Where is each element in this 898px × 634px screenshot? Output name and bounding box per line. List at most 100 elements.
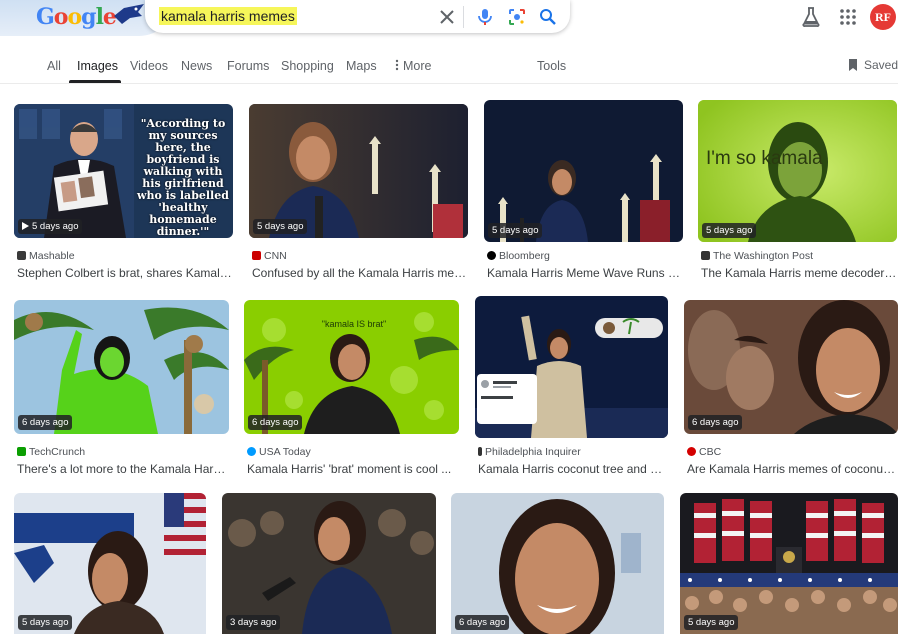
bookmark-icon [849,59,857,71]
harris-democratic-banner-image [14,493,206,634]
harris-waving-image [475,296,668,438]
image-result[interactable]: 6 days ago TechCrunch There's a lot more… [14,300,230,476]
logo-letter: G [36,4,55,30]
result-title[interactable]: Confused by all the Kamala Harris mem... [252,266,468,280]
result-source[interactable]: Philadelphia Inquirer [478,446,581,458]
harris-at-podium-image [249,104,468,238]
tab-videos[interactable]: Videos [130,59,168,73]
result-title[interactable]: Are Kamala Harris memes of coconut ... [687,462,897,476]
result-source[interactable]: Mashable [17,250,75,262]
usa-today-favicon-icon [247,447,256,456]
source-name: Bloomberg [499,250,550,262]
clear-search-icon[interactable] [437,7,457,27]
result-thumbnail[interactable]: 3 days ago [222,493,436,634]
search-query-text[interactable]: kamala harris memes [159,7,297,25]
source-name: USA Today [259,446,311,458]
meme-caption-text: I'm so kamala [706,148,823,169]
age-badge: 6 days ago [248,415,303,430]
source-name: TechCrunch [29,446,86,458]
tab-news[interactable]: News [181,59,212,73]
result-thumbnail[interactable]: "According to my sources here, the boyfr… [14,104,233,238]
image-result[interactable]: "According to my sources here, the boyfr… [14,104,234,280]
age-badge: 5 days ago [18,615,73,630]
voice-search-icon[interactable] [475,7,495,27]
image-result[interactable]: 5 days ago Bloomberg Kamala Harris Meme … [484,100,684,280]
logo-letter: g [81,4,96,30]
meme-quote-text: "According to my sources here, the boyfr… [137,117,229,238]
age-badge: 5 days ago [702,223,757,238]
active-tab-indicator [69,80,121,83]
meme-caption-text: "kamala IS brat" [321,319,387,329]
bloomberg-favicon-icon [487,251,496,260]
result-source[interactable]: The Washington Post [701,250,813,262]
coconut-tree-meme-image [14,300,229,434]
result-thumbnail[interactable]: 6 days ago [684,300,898,434]
result-title[interactable]: The Kamala Harris meme decoders ... [701,266,898,280]
image-result[interactable]: I'm so kamala 5 days ago The Washington … [698,100,898,280]
search-box[interactable]: kamala harris memes [145,0,570,33]
lens-search-icon[interactable] [507,7,527,27]
cnn-favicon-icon [252,251,261,260]
labs-flask-icon[interactable] [801,6,821,28]
source-name: Philadelphia Inquirer [485,446,581,458]
harris-smiling-closeup-image [451,493,664,634]
age-badge: 6 days ago [455,615,510,630]
image-result[interactable]: 6 days ago CBC Are Kamala Harris memes o… [684,300,898,476]
image-result[interactable]: 5 days ago [14,493,206,634]
result-thumbnail[interactable]: I'm so kamala 5 days ago [698,100,897,242]
image-result[interactable]: Philadelphia Inquirer Kamala Harris coco… [475,296,669,476]
tab-images[interactable]: Images [77,59,118,73]
result-thumbnail[interactable]: 6 days ago [14,300,229,434]
washington-post-favicon-icon [701,251,710,260]
age-badge: 5 days ago [684,615,739,630]
apps-grid-icon[interactable] [839,8,857,26]
image-result[interactable]: "kamala IS brat" 6 days ago USA Today Ka… [244,300,460,476]
result-source[interactable]: CBC [687,446,721,458]
image-result[interactable]: 3 days ago [222,493,436,634]
result-title[interactable]: Stephen Colbert is brat, shares Kamala .… [17,266,233,280]
result-source[interactable]: TechCrunch [17,446,85,458]
source-name: CBC [699,446,722,458]
account-avatar[interactable]: RF [870,4,896,30]
result-thumbnail[interactable]: 6 days ago [451,493,664,634]
result-title[interactable]: Kamala Harris' 'brat' moment is cool ... [247,462,459,476]
logo-letter: l [95,4,104,30]
tools-button[interactable]: Tools [537,59,566,73]
search-icon[interactable] [538,7,558,27]
image-result[interactable]: 6 days ago [451,493,664,634]
image-result[interactable]: 5 days ago CNN Confused by all the Kamal… [249,104,469,280]
cbc-favicon-icon [687,447,696,456]
age-badge: 5 days ago [253,219,308,234]
tab-more-label: More [403,59,432,73]
result-thumbnail[interactable] [475,296,668,438]
search-tabs: All Images Videos News Forums Shopping M… [0,52,898,84]
logo-letter: o [67,4,82,30]
tab-maps[interactable]: Maps [346,59,377,73]
result-thumbnail[interactable]: "kamala IS brat" 6 days ago [244,300,459,434]
result-source[interactable]: USA Today [247,446,311,458]
tab-all[interactable]: All [47,59,61,73]
tab-more[interactable]: More [394,59,431,73]
result-title[interactable]: There's a lot more to the Kamala Harris … [17,462,229,476]
result-source[interactable]: Bloomberg [487,250,550,262]
inquirer-favicon-icon [478,447,482,456]
google-logo[interactable]: Google [36,4,117,30]
age-badge: 3 days ago [226,615,281,630]
image-result[interactable]: 5 days ago [680,493,898,634]
play-icon [22,222,29,230]
more-vertical-icon [395,59,399,71]
tab-shopping[interactable]: Shopping [281,59,334,73]
result-thumbnail[interactable]: 5 days ago [484,100,683,242]
search-divider [463,6,464,28]
result-title[interactable]: Kamala Harris Meme Wave Runs the... [487,266,683,280]
source-name: CNN [264,250,287,262]
result-thumbnail[interactable]: 5 days ago [14,493,206,634]
result-thumbnail[interactable]: 5 days ago [680,493,898,634]
tab-forums[interactable]: Forums [227,59,269,73]
result-source[interactable]: CNN [252,250,287,262]
source-name: The Washington Post [713,250,813,262]
result-title[interactable]: Kamala Harris coconut tree and Ch... [478,462,668,476]
harris-rally-image [222,493,436,634]
harris-stage-image [484,100,683,242]
result-thumbnail[interactable]: 5 days ago [249,104,468,238]
